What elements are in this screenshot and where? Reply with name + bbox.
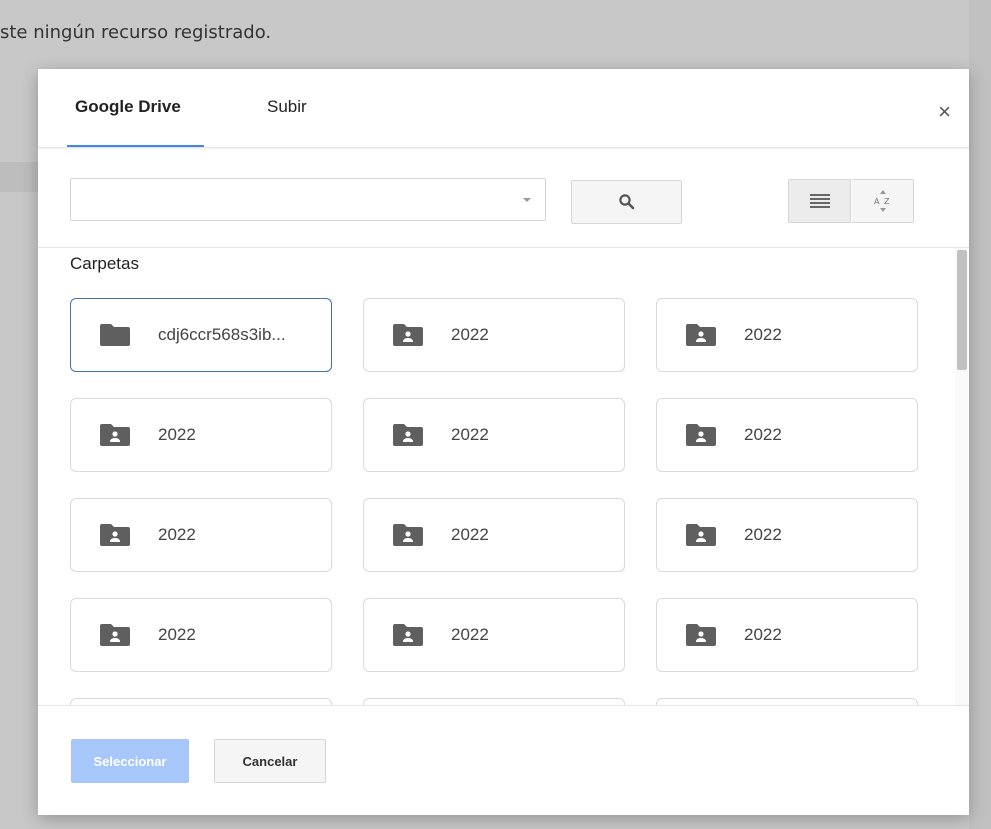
folder-card[interactable]: 2022	[363, 498, 625, 572]
folder-name: 2022	[451, 325, 489, 344]
folder-name: 2022	[451, 425, 489, 444]
svg-text:Z: Z	[884, 197, 890, 206]
section-title-carpetas: Carpetas	[70, 254, 139, 273]
list-view-icon	[809, 194, 830, 208]
background-edge	[969, 0, 991, 829]
scrollbar[interactable]	[955, 248, 969, 706]
close-icon[interactable]: ×	[938, 101, 951, 123]
folder-name: 2022	[158, 625, 196, 644]
scrollbar-thumb[interactable]	[957, 250, 967, 370]
sort-button[interactable]: A Z	[852, 179, 914, 223]
folder-name: 2022	[158, 425, 196, 444]
tab-google-drive[interactable]: Google Drive	[75, 97, 181, 117]
svg-text:A: A	[874, 197, 880, 206]
folder-card[interactable]: 2022	[70, 398, 332, 472]
shared-folder-icon	[100, 424, 130, 446]
cancel-button[interactable]: Cancelar	[214, 739, 326, 783]
dialog-header: Google Drive Subir ×	[38, 69, 969, 148]
folder-card[interactable]: 2022	[656, 498, 918, 572]
folder-card[interactable]: cdj6ccr568s3ib...	[70, 298, 332, 372]
shared-folder-icon	[100, 624, 130, 646]
folder-card[interactable]: 2022	[363, 398, 625, 472]
folder-name: 2022	[451, 525, 489, 544]
shared-folder-icon	[393, 424, 423, 446]
folder-name: 2022	[158, 525, 196, 544]
shared-folder-icon	[686, 624, 716, 646]
folder-name: 2022	[744, 525, 782, 544]
folder-card[interactable]: 2022	[70, 598, 332, 672]
shared-folder-icon	[686, 324, 716, 346]
shared-folder-icon	[393, 324, 423, 346]
list-view-button[interactable]	[788, 179, 851, 223]
shared-folder-icon	[393, 524, 423, 546]
shared-folder-icon	[393, 624, 423, 646]
folder-name: 2022	[744, 625, 782, 644]
drive-picker-dialog: Google Drive Subir × A Z Carpetas cdj6cc…	[38, 69, 969, 815]
search-icon	[618, 194, 634, 210]
folder-name: 2022	[451, 625, 489, 644]
folder-card[interactable]: 2022	[656, 398, 918, 472]
shared-folder-icon	[686, 524, 716, 546]
folder-card[interactable]: 2022	[70, 498, 332, 572]
active-tab-indicator	[67, 145, 204, 147]
chevron-down-icon[interactable]	[523, 198, 531, 202]
tab-subir[interactable]: Subir	[267, 97, 307, 117]
dialog-footer: Seleccionar Cancelar	[38, 705, 969, 816]
folder-icon	[100, 324, 130, 346]
folder-card[interactable]: 2022	[363, 598, 625, 672]
search-button[interactable]	[571, 180, 682, 224]
folder-name: 2022	[744, 425, 782, 444]
folder-name: cdj6ccr568s3ib...	[158, 325, 286, 344]
folder-card[interactable]: 2022	[656, 298, 918, 372]
folder-card[interactable]: 2022	[363, 298, 625, 372]
folder-list-area[interactable]: Carpetas cdj6ccr568s3ib... 2022 2022 2022 20…	[38, 247, 969, 706]
shared-folder-icon	[686, 424, 716, 446]
folder-name: 2022	[744, 325, 782, 344]
shared-folder-icon	[100, 524, 130, 546]
select-button[interactable]: Seleccionar	[71, 739, 189, 783]
search-input[interactable]	[79, 179, 513, 221]
search-combobox[interactable]	[70, 178, 546, 221]
folder-grid: cdj6ccr568s3ib... 2022 2022 2022 2022 2022 202…	[70, 298, 918, 706]
folder-card[interactable]: 2022	[656, 598, 918, 672]
background-message: ste ningún recurso registrado.	[0, 22, 272, 43]
sort-az-icon: A Z	[874, 190, 890, 212]
